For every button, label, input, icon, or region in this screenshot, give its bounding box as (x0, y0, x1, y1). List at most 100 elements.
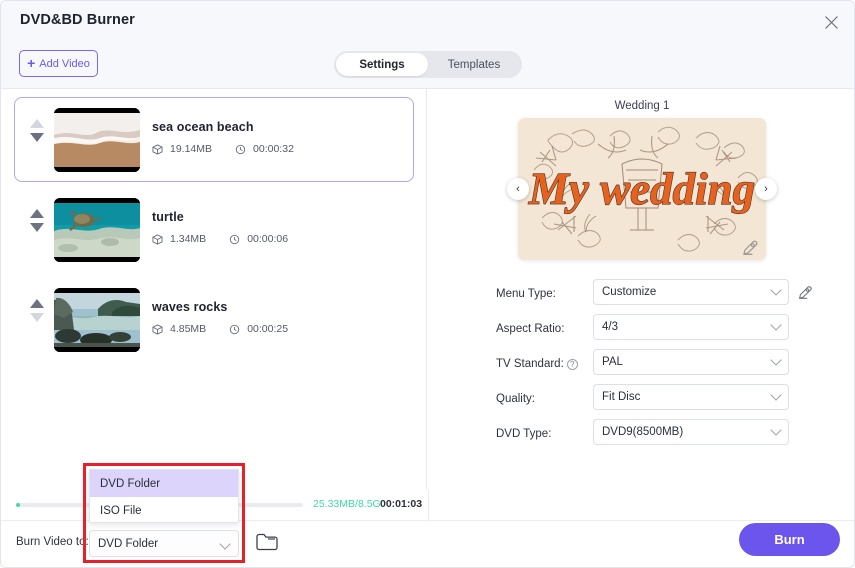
list-item-size: 19.14MB (170, 143, 213, 155)
setting-row-menu-type: Menu Type: Customize (428, 279, 854, 314)
chevron-down-icon (219, 538, 231, 550)
sea-ocean-beach-thumbnail[interactable] (54, 108, 140, 172)
clock-icon (235, 144, 246, 155)
dvd-burner-window: DVD&BD Burner + Add Video Settings Templ… (0, 0, 855, 568)
setting-label-text: DVD Type: (496, 428, 552, 440)
chevron-down-icon (770, 284, 782, 296)
setting-label-text: Menu Type: (496, 288, 556, 300)
setting-row-tv-standard: TV Standard: ? PAL (428, 349, 854, 384)
page-title: DVD&BD Burner (20, 12, 135, 28)
burn-target-label: Burn Video to: (16, 536, 89, 548)
move-up-icon[interactable] (30, 299, 44, 308)
chevron-right-icon[interactable]: › (755, 178, 777, 200)
aspect-ratio-value: 4/3 (602, 321, 618, 333)
chevron-down-icon (770, 424, 782, 436)
title-bar: DVD&BD Burner (1, 1, 854, 41)
move-down-icon[interactable] (30, 313, 44, 322)
list-item-size: 4.85MB (170, 323, 207, 335)
list-item-duration: 00:00:25 (247, 323, 289, 335)
menu-type-select[interactable]: Customize (593, 279, 789, 305)
dropdown-option-iso-file[interactable]: ISO File (90, 497, 238, 524)
list-item-size: 1.34MB (170, 233, 207, 245)
toolbar: + Add Video Settings Templates (1, 41, 854, 89)
list-item[interactable]: sea ocean beach 19.14MB 00:00:32 (14, 97, 414, 182)
tab-settings[interactable]: Settings (336, 53, 428, 76)
settings-form: Menu Type: Customize Aspect Ratio: 4/3 T… (428, 279, 854, 454)
list-item-duration: 00:00:32 (253, 143, 294, 155)
filesize-icon (152, 143, 163, 155)
setting-row-quality: Quality: Fit Disc (428, 384, 854, 419)
folder-icon[interactable] (255, 531, 279, 553)
footer-bar: Burn Video to: DVD Folder (1, 521, 854, 567)
setting-label: TV Standard: ? (496, 358, 578, 370)
list-item-duration: 00:00:06 (247, 233, 289, 245)
move-down-icon[interactable] (30, 223, 44, 232)
close-icon[interactable] (818, 9, 844, 35)
burn-button[interactable]: Burn (739, 523, 840, 556)
filesize-icon (152, 323, 163, 335)
clock-icon (229, 234, 240, 245)
reorder-arrows (29, 299, 45, 343)
chevron-left-icon[interactable]: ‹ (507, 178, 529, 200)
reorder-arrows (29, 209, 45, 253)
edit-menu-icon[interactable] (797, 282, 814, 299)
chevron-down-icon (770, 319, 782, 331)
chevron-down-icon (770, 354, 782, 366)
filesize-icon (152, 233, 163, 245)
template-name: Wedding 1 (614, 100, 670, 112)
setting-label: Menu Type: (496, 288, 556, 300)
burn-target-select[interactable]: DVD Folder (89, 530, 239, 557)
clock-icon (229, 324, 240, 335)
add-video-button[interactable]: + Add Video (19, 50, 98, 77)
help-icon[interactable]: ? (566, 358, 578, 370)
setting-label-text: Aspect Ratio: (496, 323, 565, 335)
main-body: sea ocean beach 19.14MB 00:00:32 turtle … (1, 89, 854, 489)
chevron-down-icon (770, 389, 782, 401)
tv-standard-select[interactable]: PAL (593, 349, 789, 375)
setting-row-dvd-type: DVD Type: DVD9(8500MB) (428, 419, 854, 454)
divider (428, 489, 429, 521)
tv-standard-value: PAL (602, 356, 623, 368)
list-item-title: turtle (152, 210, 184, 224)
setting-row-aspect-ratio: Aspect Ratio: 4/3 (428, 314, 854, 349)
move-up-icon[interactable] (30, 209, 44, 218)
video-list-pane: sea ocean beach 19.14MB 00:00:32 turtle … (1, 89, 427, 489)
settings-pane: Wedding 1 ‹ › My wedding Menu Type: Cust… (428, 89, 854, 489)
quality-select[interactable]: Fit Disc (593, 384, 789, 410)
list-item-details: 19.14MB 00:00:32 (152, 143, 294, 155)
quality-value: Fit Disc (602, 391, 641, 403)
setting-label: DVD Type: (496, 428, 551, 440)
dvd-type-select[interactable]: DVD9(8500MB) (593, 419, 789, 445)
view-tabs: Settings Templates (334, 51, 522, 78)
svg-text:My wedding: My wedding (528, 164, 755, 214)
move-up-icon[interactable] (30, 119, 44, 128)
template-poster[interactable]: My wedding (518, 118, 766, 260)
menu-type-value: Customize (602, 286, 657, 298)
list-item-meta: turtle 1.34MB 00:00:06 (152, 210, 288, 245)
plus-icon: + (27, 55, 36, 71)
list-item-details: 4.85MB 00:00:25 (152, 323, 288, 335)
setting-label: Quality: (496, 393, 535, 405)
move-down-icon[interactable] (30, 133, 44, 142)
burn-target-dropdown-menu: DVD Folder ISO File (89, 469, 239, 523)
template-preview: ‹ › My wedding (507, 118, 777, 260)
burn-target-value: DVD Folder (98, 537, 159, 550)
disc-usage-fill (16, 503, 20, 507)
aspect-ratio-select[interactable]: 4/3 (593, 314, 789, 340)
turtle-thumbnail[interactable] (54, 198, 140, 262)
setting-label-text: TV Standard: (496, 358, 564, 370)
list-item-meta: sea ocean beach 19.14MB 00:00:32 (152, 120, 294, 155)
list-item[interactable]: turtle 1.34MB 00:00:06 (14, 187, 414, 272)
setting-label-text: Quality: (496, 393, 535, 405)
setting-label: Aspect Ratio: (496, 323, 564, 335)
waves-rocks-thumbnail[interactable] (54, 288, 140, 352)
tab-templates[interactable]: Templates (428, 53, 520, 76)
list-item-title: waves rocks (152, 300, 228, 314)
list-item[interactable]: waves rocks 4.85MB 00:00:25 (14, 277, 414, 362)
add-video-label: Add Video (39, 57, 90, 70)
pencil-icon[interactable] (741, 236, 760, 255)
list-item-details: 1.34MB 00:00:06 (152, 233, 288, 245)
dropdown-option-dvd-folder[interactable]: DVD Folder (90, 470, 238, 497)
reorder-arrows (29, 119, 45, 163)
disc-usage-text: 25.33MB/8.5G (313, 498, 381, 510)
